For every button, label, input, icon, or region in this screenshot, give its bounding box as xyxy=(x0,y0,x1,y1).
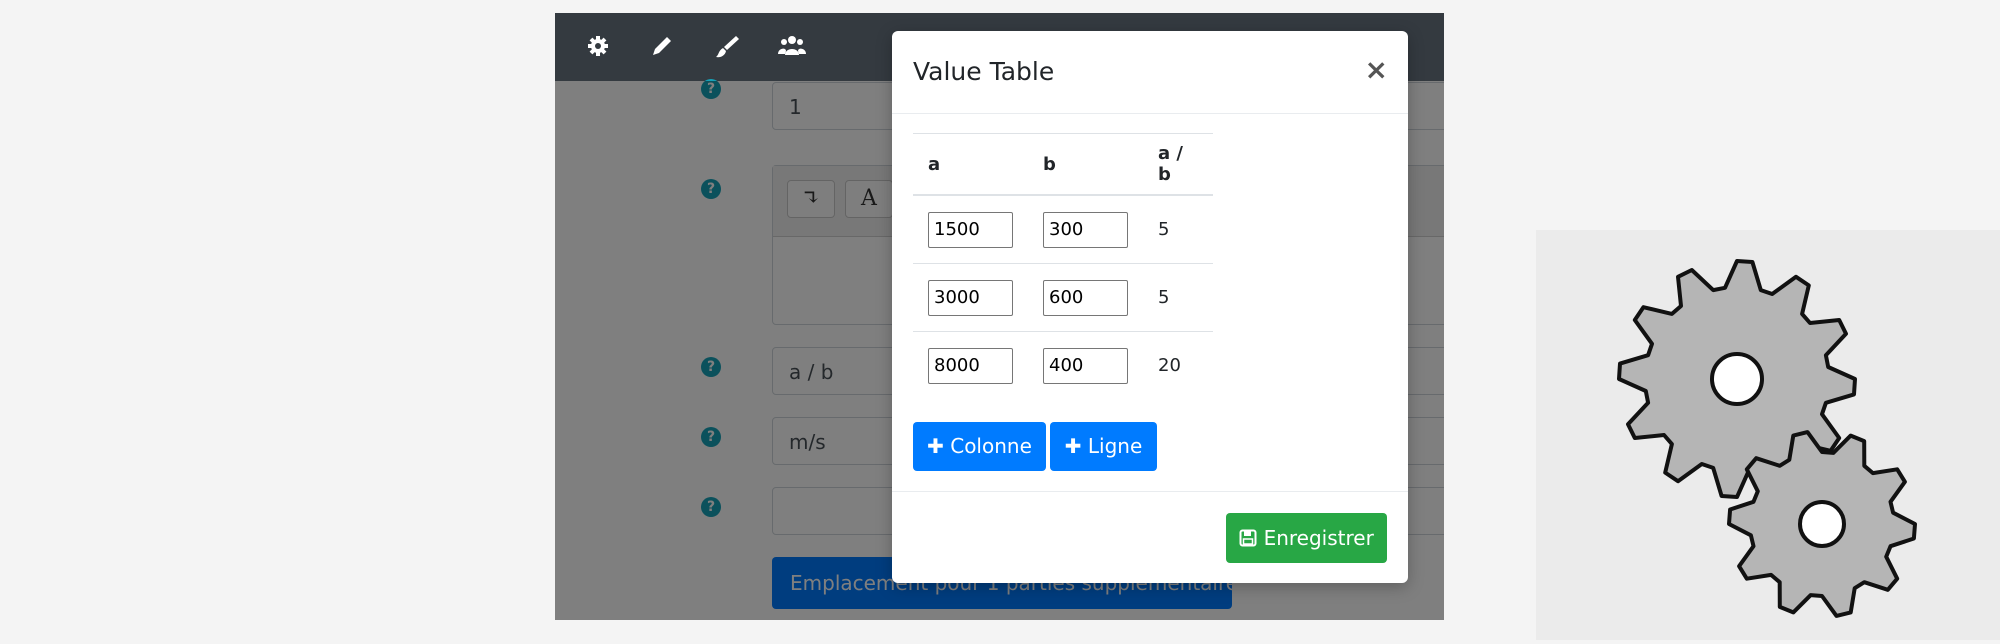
result-cell: 5 xyxy=(1143,263,1213,332)
gear-hole xyxy=(1710,352,1764,406)
gear-hole xyxy=(1798,500,1846,548)
save-icon xyxy=(1239,529,1257,547)
users-icon[interactable] xyxy=(777,31,807,61)
pencil-icon[interactable] xyxy=(647,31,677,61)
result-cell: 20 xyxy=(1143,331,1213,399)
result-cell: 5 xyxy=(1143,194,1213,264)
column-header-b: b xyxy=(1028,133,1143,196)
add-column-label: Colonne xyxy=(950,434,1032,458)
plus-icon: ✚ xyxy=(927,434,944,458)
brush-icon[interactable] xyxy=(712,31,742,61)
table-row: 20 xyxy=(913,331,1213,399)
value-a-input[interactable] xyxy=(928,279,1013,316)
column-header-result: a / b xyxy=(1143,133,1213,196)
modal-footer-divider xyxy=(892,491,1408,492)
value-table-modal: Value Table × a b a / b 5 5 xyxy=(892,31,1408,583)
value-b-input[interactable] xyxy=(1043,347,1128,384)
table-header-row: a b a / b xyxy=(913,133,1213,196)
value-b-input[interactable] xyxy=(1043,279,1128,316)
gears-icon xyxy=(1617,259,1917,618)
add-row-label: Ligne xyxy=(1087,434,1143,458)
value-b-input[interactable] xyxy=(1043,211,1128,248)
save-label: Enregistrer xyxy=(1263,526,1374,550)
value-a-input[interactable] xyxy=(928,347,1013,384)
value-a-input[interactable] xyxy=(928,211,1013,248)
column-header-a: a xyxy=(913,133,1028,196)
value-table: a b a / b 5 5 20 xyxy=(913,133,1213,399)
save-button[interactable]: Enregistrer xyxy=(1226,513,1387,563)
modal-header: Value Table × xyxy=(892,31,1408,114)
gear-icon[interactable] xyxy=(583,31,613,61)
modal-title: Value Table xyxy=(913,57,1055,86)
illustration-panel xyxy=(1536,230,2000,640)
add-row-button[interactable]: ✚ Ligne xyxy=(1050,422,1157,471)
close-icon[interactable]: × xyxy=(1365,53,1388,86)
table-row: 5 xyxy=(913,194,1213,264)
add-column-button[interactable]: ✚ Colonne xyxy=(913,422,1046,471)
table-row: 5 xyxy=(913,263,1213,332)
plus-icon: ✚ xyxy=(1064,434,1082,458)
